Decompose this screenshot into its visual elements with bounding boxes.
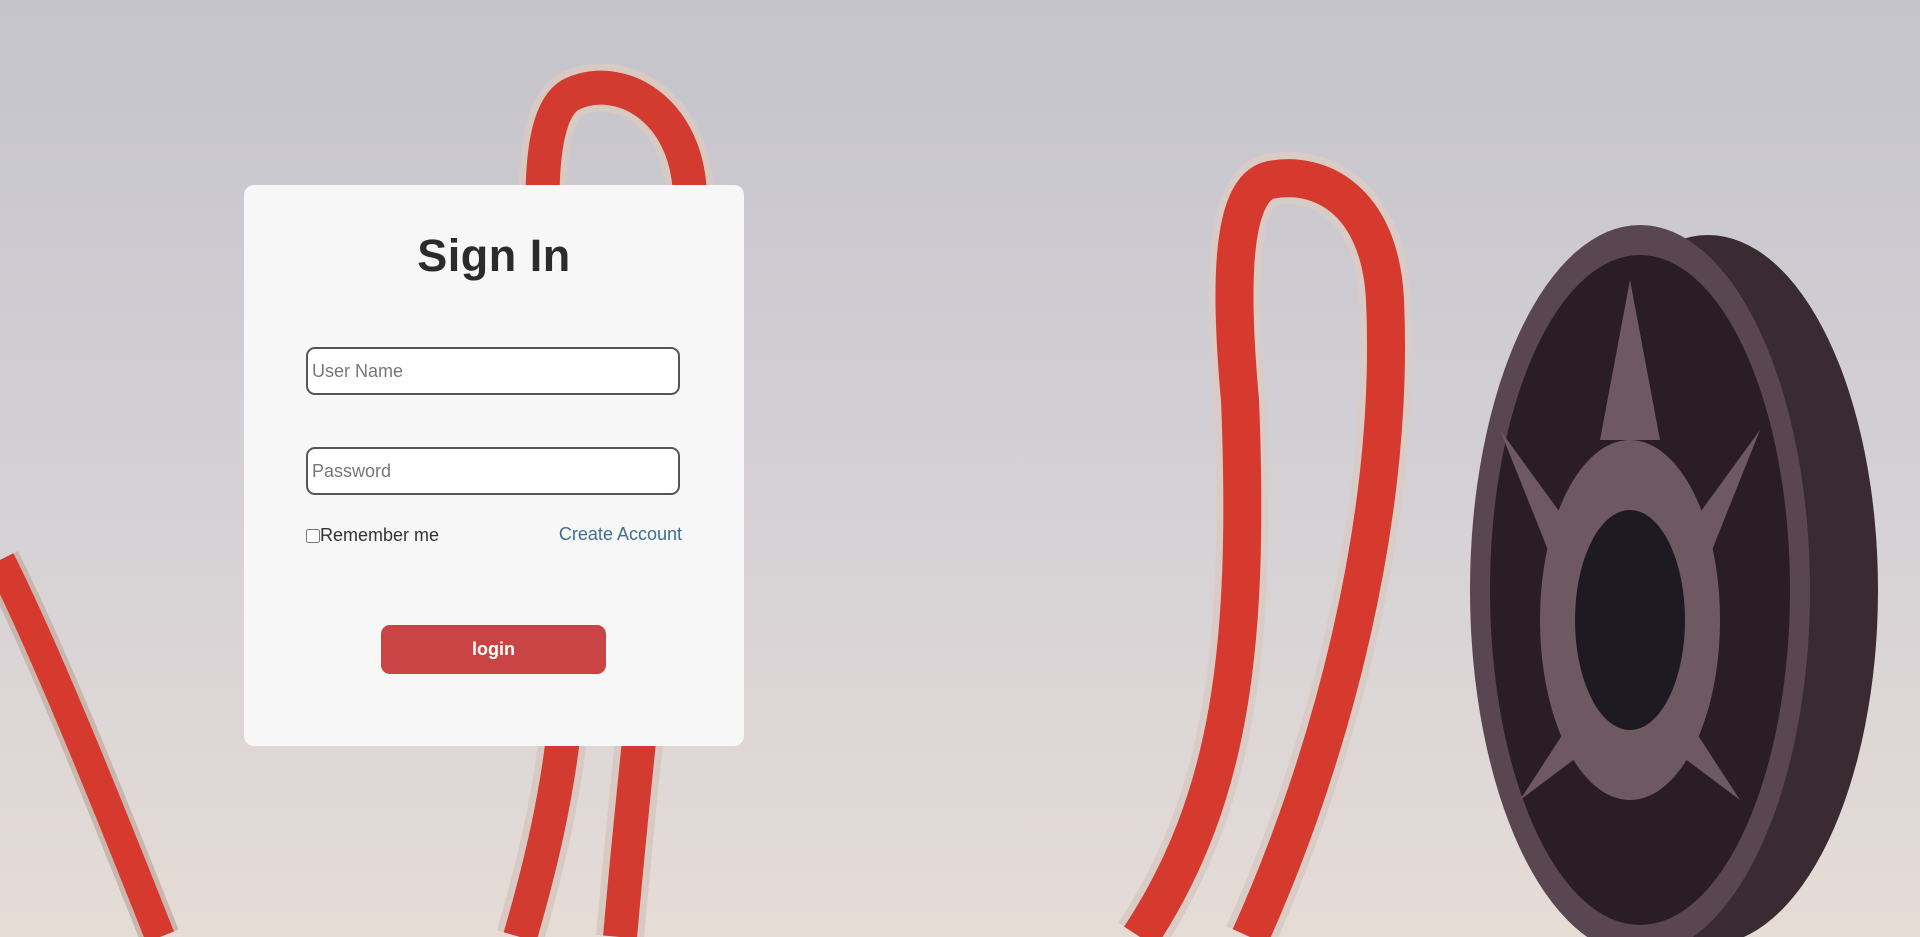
username-input[interactable] — [306, 347, 680, 395]
remember-me-label: Remember me — [320, 525, 440, 545]
remember-me-checkbox[interactable] — [306, 528, 320, 543]
remember-me-option[interactable]: Remember me — [306, 525, 439, 546]
page-title: Sign In — [417, 230, 571, 281]
sign-in-card: Sign In Remember me Create Account login — [244, 185, 744, 746]
create-account-link[interactable]: Create Account — [559, 524, 682, 545]
password-input[interactable] — [306, 447, 680, 495]
login-button[interactable]: login — [381, 625, 606, 674]
